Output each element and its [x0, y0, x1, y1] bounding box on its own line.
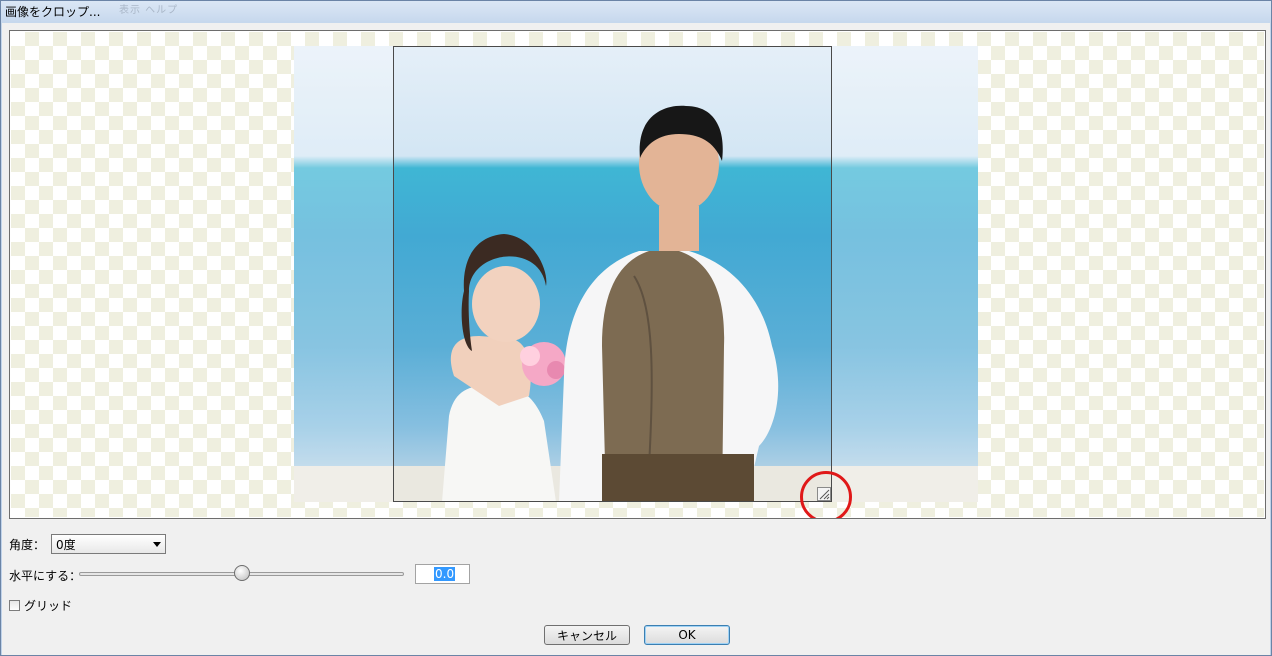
crop-dialog-window: 画像をクロップ... 表示 ヘルプ 角度： 0度 水平にする： 0.0 グリッド… — [0, 0, 1272, 656]
dropdown-arrow-icon — [153, 541, 162, 547]
cancel-button[interactable]: キャンセル — [544, 625, 630, 645]
angle-label: 角度： — [9, 537, 46, 552]
grid-row: グリッド — [9, 597, 72, 614]
angle-row: 角度： 0度 — [9, 534, 167, 554]
grid-checkbox[interactable] — [9, 600, 20, 611]
level-label: 水平にする： — [9, 569, 82, 583]
level-value-selected-text: 0.0 — [434, 567, 456, 581]
outside-crop-shade-right — [832, 46, 978, 502]
ok-button[interactable]: OK — [644, 625, 730, 645]
angle-dropdown[interactable]: 0度 — [51, 534, 167, 554]
window-title: 画像をクロップ... — [5, 5, 101, 19]
crop-canvas[interactable] — [9, 30, 1266, 519]
outside-crop-shade-left — [294, 46, 393, 502]
level-row: 水平にする： — [9, 567, 81, 584]
dialog-body: 角度： 0度 水平にする： 0.0 グリッド キャンセル OK — [2, 23, 1270, 655]
window-title-ghost: 表示 ヘルプ — [119, 5, 179, 16]
crop-selection-box[interactable] — [393, 46, 832, 502]
grid-label[interactable]: グリッド — [24, 597, 72, 614]
level-slider-thumb[interactable] — [233, 565, 250, 581]
title-bar[interactable]: 画像をクロップ... 表示 ヘルプ — [1, 1, 1271, 23]
angle-dropdown-value: 0度 — [56, 537, 76, 552]
level-value-input[interactable]: 0.0 — [415, 564, 470, 584]
highlight-circle-annotation — [800, 471, 852, 518]
